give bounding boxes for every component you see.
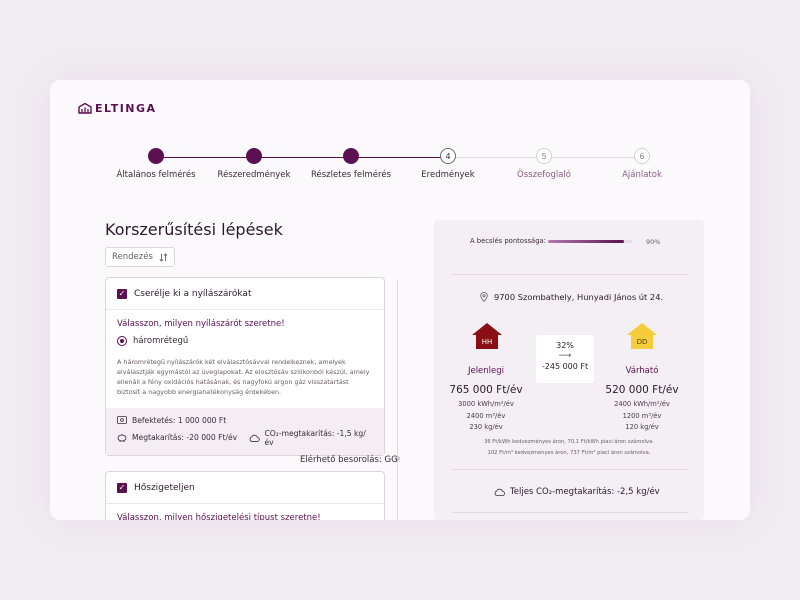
step-general-survey[interactable]: Általános felmérés: [101, 148, 211, 180]
current-co2: 230 kg/év: [469, 423, 503, 432]
cloud-icon: [494, 488, 505, 496]
card-question: Válasszon, milyen nyílászárót szeretne!: [117, 319, 285, 329]
logo-house-icon: [78, 103, 92, 114]
sort-button[interactable]: Rendezés: [105, 247, 175, 267]
current-energy: 3000 kWh/m²/év: [458, 400, 514, 408]
step-label: Eredmények: [421, 170, 475, 180]
divider: [452, 512, 688, 513]
money-icon: [117, 416, 127, 425]
card-title: Cserélje ki a nyílászárókat: [134, 289, 252, 299]
investment-row: Befektetés: 1 000 000 Ft: [117, 416, 373, 425]
pricing-notes: 36 Ft/kWh kedvezményes áron, 70,1 Ft/kWh…: [434, 437, 704, 459]
card-title: Hőszigeteljen: [134, 483, 195, 493]
step-number: 5: [536, 148, 552, 164]
expected-title: Várható: [625, 366, 659, 376]
card-header[interactable]: ✓ Hőszigeteljen: [106, 472, 384, 504]
delta-percent: 32%: [556, 341, 574, 350]
step-label: Részletes felmérés: [311, 170, 391, 180]
co2-row: CO₂-megtakarítás: -1,5 kg/év: [249, 429, 373, 447]
cloud-icon: [249, 434, 260, 442]
step-summary[interactable]: 5 Összefoglaló: [489, 148, 599, 180]
radio-button[interactable]: [117, 336, 127, 346]
logo[interactable]: ELTINGA: [78, 102, 157, 115]
sort-arrows-icon: [159, 252, 168, 262]
checkbox-checked[interactable]: ✓: [117, 289, 127, 299]
page-title: Korszerűsítési lépések: [105, 220, 283, 239]
step-done-marker: [148, 148, 164, 164]
accuracy-bar: [548, 240, 632, 243]
badge-label: DD: [631, 335, 653, 349]
logo-text: ELTINGA: [95, 102, 157, 115]
card-question: Válasszon, milyen hőszigetelési típust s…: [117, 513, 321, 520]
app-window: ELTINGA Általános felmérés Részeredménye…: [50, 80, 750, 520]
pricing-note: 36 Ft/kWh kedvezményes áron, 70,1 Ft/kWh…: [484, 439, 654, 445]
location-pin-icon: [480, 292, 488, 302]
step-label: Összefoglaló: [517, 170, 571, 180]
arrow-right-icon: ⟶: [558, 351, 572, 361]
current-column: Jelenlegi 765 000 Ft/év 3000 kWh/m²/év 2…: [436, 366, 536, 434]
investment-text: Befektetés: 1 000 000 Ft: [132, 415, 227, 425]
accuracy-bar-fill: [548, 240, 624, 243]
energy-class-badge-current: HH: [472, 323, 502, 349]
timeline-line: [397, 280, 398, 520]
expected-column: Várható 520 000 Ft/év 2400 kWh/m²/év 120…: [592, 366, 692, 434]
step-label: Ajánlatok: [622, 170, 662, 180]
card-header[interactable]: ✓ Cserélje ki a nyílászárókat: [106, 278, 384, 310]
accuracy-value: 90%: [646, 238, 661, 246]
badge-roof: [627, 323, 657, 335]
sort-label: Rendezés: [112, 252, 153, 262]
step-label: Részeredmények: [217, 170, 291, 180]
address-text: 9700 Szombathely, Hunyadi János út 24.: [494, 292, 664, 302]
co2-text: CO₂-megtakarítás: -1,5 kg/év: [264, 428, 366, 447]
step-done-marker: [246, 148, 262, 164]
step-results[interactable]: 4 Eredmények: [393, 148, 503, 180]
total-co2-text: Teljes CO₂-megtakarítás: -2,5 kg/év: [510, 487, 660, 497]
card-footer: Befektetés: 1 000 000 Ft Megtakarítás: -…: [106, 407, 384, 455]
current-gas: 2400 m³/év: [466, 411, 506, 420]
divider: [452, 469, 688, 470]
card-description: A háromrétegű nyílászárók két elválasztó…: [117, 358, 370, 396]
rating-label: Elérhető besorolás: GG: [300, 455, 398, 465]
accuracy-label: A becslés pontossága:: [470, 237, 546, 245]
total-co2-row: Teljes CO₂-megtakarítás: -2,5 kg/év: [494, 487, 660, 497]
results-panel: A becslés pontossága: 90% 9700 Szombathe…: [434, 220, 704, 520]
expected-cost: 520 000 Ft/év: [605, 384, 679, 396]
step-partial-results[interactable]: Részeredmények: [199, 148, 309, 180]
radio-option[interactable]: háromrétegű: [106, 329, 384, 346]
address-row: 9700 Szombathely, Hunyadi János út 24.: [480, 292, 663, 302]
step-offers[interactable]: 6 Ajánlatok: [587, 148, 697, 180]
delta-amount: -245 000 Ft: [541, 362, 589, 371]
piggy-bank-icon: [117, 434, 127, 443]
radio-label: háromrétegű: [133, 336, 189, 346]
step-number: 4: [440, 148, 456, 164]
expected-co2: 120 kg/év: [625, 423, 659, 432]
pricing-note: 102 Ft/m³ kedvezményes áron, 737 Ft/m³ p…: [487, 449, 651, 456]
measure-card-insulation: ✓ Hőszigeteljen Válasszon, milyen hőszig…: [105, 471, 385, 520]
step-done-marker: [343, 148, 359, 164]
divider: [452, 274, 688, 275]
measure-card-windows: ✓ Cserélje ki a nyílászárókat Válasszon,…: [105, 277, 385, 456]
step-number: 6: [634, 148, 650, 164]
current-cost: 765 000 Ft/év: [449, 384, 523, 396]
savings-delta-box: 32% ⟶ -245 000 Ft: [536, 335, 594, 383]
savings-text: Megtakarítás: -20 000 Ft/év: [132, 433, 238, 443]
badge-label: HH: [476, 335, 498, 349]
energy-class-badge-expected: DD: [627, 323, 657, 349]
current-title: Jelenlegi: [467, 366, 505, 376]
badge-roof: [472, 323, 502, 335]
savings-row: Megtakarítás: -20 000 Ft/év: [117, 433, 249, 443]
step-detailed-survey[interactable]: Részletes felmérés: [296, 148, 406, 180]
progress-stepper: Általános felmérés Részeredmények Részle…: [110, 148, 670, 188]
expected-energy: 2400 kWh/m²/év: [614, 400, 670, 408]
step-label: Általános felmérés: [116, 170, 196, 180]
checkbox-checked[interactable]: ✓: [117, 483, 127, 493]
expected-gas: 1200 m³/év: [622, 411, 662, 420]
